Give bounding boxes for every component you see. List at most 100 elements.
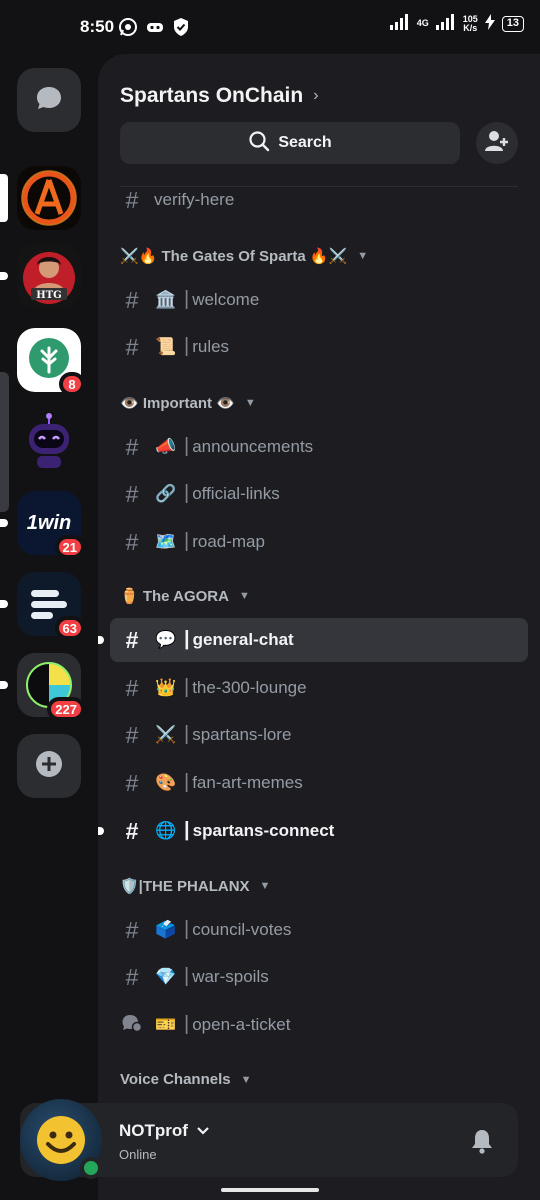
chevron-down-icon: ▼ [357, 250, 369, 262]
channel-name: war-spoils [192, 967, 269, 986]
channel-emoji: 💬 [155, 630, 177, 649]
channel-war-spoils[interactable]: # 💎 | war-spoils [110, 955, 528, 999]
channel-emoji: 🔗 [155, 484, 177, 503]
unread-indicator [0, 519, 8, 527]
chevron-down-icon: ▼ [244, 397, 256, 409]
chevron-down-icon: ▼ [259, 880, 271, 892]
channel-emoji: 🎫 [155, 1015, 177, 1034]
channel-name: announcements [192, 437, 314, 456]
channel-separator: | [184, 434, 190, 457]
invite-members-button[interactable] [476, 122, 518, 164]
category-the-phalanx[interactable]: 🛡️|THE PHALANX ▼ [120, 877, 270, 895]
username-button[interactable]: NOTprof [119, 1121, 210, 1141]
search-icon [248, 130, 270, 157]
channel-official-links[interactable]: # 🔗 | official-links [110, 472, 528, 516]
game-controller-icon [145, 17, 165, 37]
server-title[interactable]: Spartans OnChain › [120, 84, 319, 108]
channel-council-votes[interactable]: # 🗳️ | council-votes [110, 908, 528, 952]
category-the-agora[interactable]: ⚱️ The AGORA ▼ [120, 587, 250, 605]
chevron-down-icon: ▼ [240, 1073, 252, 1086]
category-voice-channels[interactable]: Voice Channels ▼ [120, 1071, 251, 1088]
channel-emoji: 👑 [155, 678, 177, 697]
hash-icon: # [125, 817, 139, 844]
channel-name: spartans-connect [192, 821, 335, 840]
category-label: ⚔️🔥 The Gates Of Sparta 🔥⚔️ [120, 248, 348, 265]
channel-emoji: 🌐 [155, 821, 177, 840]
online-status-icon [80, 1157, 102, 1179]
channel-welcome[interactable]: # 🏛️ | welcome [110, 278, 528, 322]
channel-emoji: 🏛️ [155, 290, 177, 309]
channel-the-300-lounge[interactable]: # 👑 | the-300-lounge [110, 666, 528, 710]
unread-indicator [0, 600, 8, 608]
channel-announcements[interactable]: # 📣 | announcements [110, 425, 528, 469]
category-label: 🛡️|THE PHALANX [120, 878, 250, 895]
channel-fan-art-memes[interactable]: # 🎨 | fan-art-memes [110, 761, 528, 805]
user-status: Online [119, 1147, 157, 1162]
hash-icon: # [125, 286, 139, 313]
charging-icon [484, 14, 496, 33]
hash-icon: # [125, 333, 139, 360]
user-panel[interactable]: NOTprof Online [20, 1099, 518, 1181]
notification-badge: 21 [54, 535, 85, 559]
category-label: ⚱️ The AGORA [120, 588, 229, 605]
add-server-button[interactable] [17, 734, 81, 798]
server-rainbow[interactable]: 227 [0, 653, 85, 721]
status-bar: 8:50 4G 105 K/s 13 [0, 0, 540, 54]
signal-icon-2 [435, 14, 457, 33]
channel-emoji: 📣 [155, 437, 177, 456]
home-indicator[interactable] [221, 1188, 319, 1192]
channel-emoji: 🎨 [155, 773, 177, 792]
channel-separator: | [184, 627, 190, 650]
direct-messages-button[interactable] [17, 68, 81, 132]
server-name: Spartans OnChain [120, 84, 304, 107]
channel-road-map[interactable]: # 🗺️ | road-map [110, 520, 528, 564]
notification-badge: 63 [54, 616, 85, 640]
server-htg[interactable]: HTG [0, 244, 81, 308]
shield-check-icon [172, 17, 192, 37]
network-type: 4G [416, 18, 429, 28]
bell-icon[interactable] [470, 1128, 494, 1159]
hash-icon: # [125, 480, 139, 507]
channel-spartans-connect[interactable]: # 🌐 | spartans-connect [98, 809, 528, 853]
server-stack[interactable]: 63 [0, 572, 85, 640]
hash-icon: # [125, 626, 139, 653]
add-server-bg [17, 734, 81, 798]
channel-name: welcome [192, 290, 260, 309]
avatar[interactable] [20, 1099, 102, 1181]
hash-icon: # [125, 433, 139, 460]
channel-separator: | [184, 770, 190, 793]
server-1win[interactable]: 1win 21 [0, 491, 85, 559]
channel-emoji: ⚔️ [155, 725, 177, 744]
channel-open-a-ticket[interactable]: 🎫 | open-a-ticket [110, 1003, 528, 1047]
channel-separator: | [184, 529, 190, 552]
server-spartans-onchain[interactable] [0, 166, 81, 230]
channel-separator: | [184, 287, 190, 310]
channel-rules[interactable]: # 📜 | rules [110, 325, 528, 369]
channel-name: official-links [192, 484, 280, 503]
1win-logo-text: 1win [26, 511, 72, 534]
channel-verify-here[interactable]: # verify-here [110, 178, 528, 222]
forum-icon [120, 1012, 144, 1039]
dm-bubble [17, 68, 81, 132]
unread-indicator [98, 827, 104, 835]
category-important[interactable]: 👁️ Important 👁️ ▼ [120, 394, 256, 412]
server-robot[interactable] [0, 410, 81, 474]
search-button[interactable]: Search [120, 122, 460, 164]
network-speed: 105 K/s [463, 14, 478, 33]
channel-spartans-lore[interactable]: # ⚔️ | spartans-lore [110, 713, 528, 757]
server-green-tree[interactable]: 8 [17, 328, 85, 396]
channel-name: spartans-lore [192, 725, 292, 744]
selected-indicator [0, 174, 8, 222]
plus-circle-icon [34, 749, 64, 784]
channel-name: general-chat [192, 630, 294, 649]
server-rail: HTG 8 1win 21 63 227 [0, 54, 98, 1100]
rail-scrollbar[interactable] [0, 372, 9, 512]
notification-badge: 227 [47, 697, 85, 721]
category-gates-of-sparta[interactable]: ⚔️🔥 The Gates Of Sparta 🔥⚔️ ▼ [120, 247, 368, 265]
channel-emoji: 📜 [155, 337, 177, 356]
chevron-down-icon [196, 1121, 210, 1141]
unread-indicator [98, 636, 104, 644]
channel-general-chat[interactable]: # 💬 | general-chat [98, 618, 528, 662]
chevron-right-icon: › [313, 87, 319, 104]
unread-indicator [0, 681, 8, 689]
